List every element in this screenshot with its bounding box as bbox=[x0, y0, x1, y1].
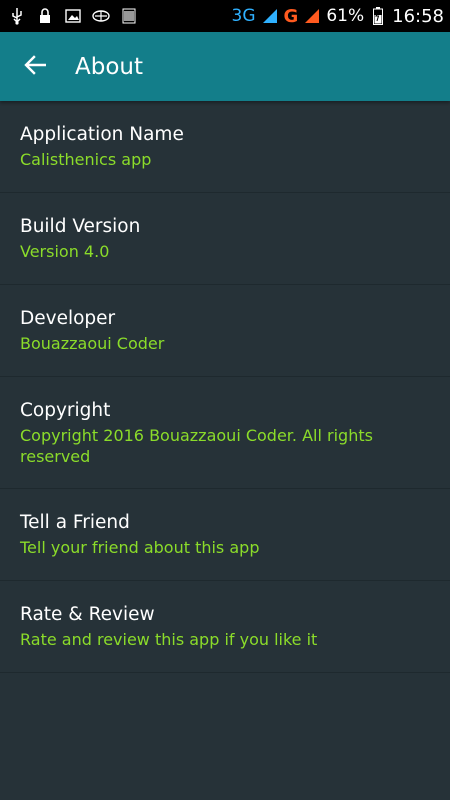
network-3g-label: 3G bbox=[231, 6, 256, 26]
status-bar-left bbox=[8, 7, 138, 25]
item-subtitle: Tell your friend about this app bbox=[20, 538, 260, 557]
arrow-back-icon bbox=[24, 54, 47, 79]
item-subtitle: Bouazzaoui Coder bbox=[20, 334, 165, 353]
battery-percent: 61% bbox=[326, 6, 365, 26]
list-item-application-name[interactable]: Application Name Calisthenics app bbox=[0, 101, 450, 193]
battery-icon bbox=[369, 7, 387, 25]
item-title: Rate & Review bbox=[20, 604, 155, 625]
item-subtitle: Rate and review this app if you like it bbox=[20, 630, 318, 649]
page-title: About bbox=[75, 53, 144, 80]
item-subtitle: Copyright 2016 Bouazzaoui Coder. All rig… bbox=[20, 425, 373, 466]
back-button[interactable] bbox=[0, 32, 70, 101]
image-icon bbox=[64, 7, 82, 25]
item-title: Build Version bbox=[20, 216, 141, 237]
sync-icon bbox=[92, 7, 110, 25]
item-title: Developer bbox=[20, 308, 116, 329]
item-subtitle: Calisthenics app bbox=[20, 150, 152, 169]
list-item-rate-review[interactable]: Rate & Review Rate and review this app i… bbox=[0, 581, 450, 673]
list-item-developer[interactable]: Developer Bouazzaoui Coder bbox=[0, 285, 450, 377]
network-g-label: G bbox=[283, 5, 299, 27]
lock-icon bbox=[36, 7, 54, 25]
status-bar-right: 3G G 61% 16:58 bbox=[232, 6, 444, 27]
usb-icon bbox=[8, 7, 26, 25]
signal-icon bbox=[303, 7, 321, 25]
list-item-build-version[interactable]: Build Version Version 4.0 bbox=[0, 193, 450, 285]
app-bar: About bbox=[0, 32, 450, 101]
signal-icon bbox=[261, 7, 279, 25]
status-bar: 3G G 61% 16:58 bbox=[0, 0, 450, 32]
barcode-icon bbox=[120, 7, 138, 25]
clock-time: 16:58 bbox=[392, 5, 444, 27]
list-item-copyright[interactable]: Copyright Copyright 2016 Bouazzaoui Code… bbox=[0, 377, 450, 489]
item-title: Copyright bbox=[20, 399, 111, 421]
item-title: Application Name bbox=[20, 124, 184, 145]
list-item-tell-a-friend[interactable]: Tell a Friend Tell your friend about thi… bbox=[0, 489, 450, 581]
item-title: Tell a Friend bbox=[20, 512, 130, 533]
about-list: Application Name Calisthenics app Build … bbox=[0, 101, 450, 673]
item-subtitle: Version 4.0 bbox=[20, 242, 110, 261]
